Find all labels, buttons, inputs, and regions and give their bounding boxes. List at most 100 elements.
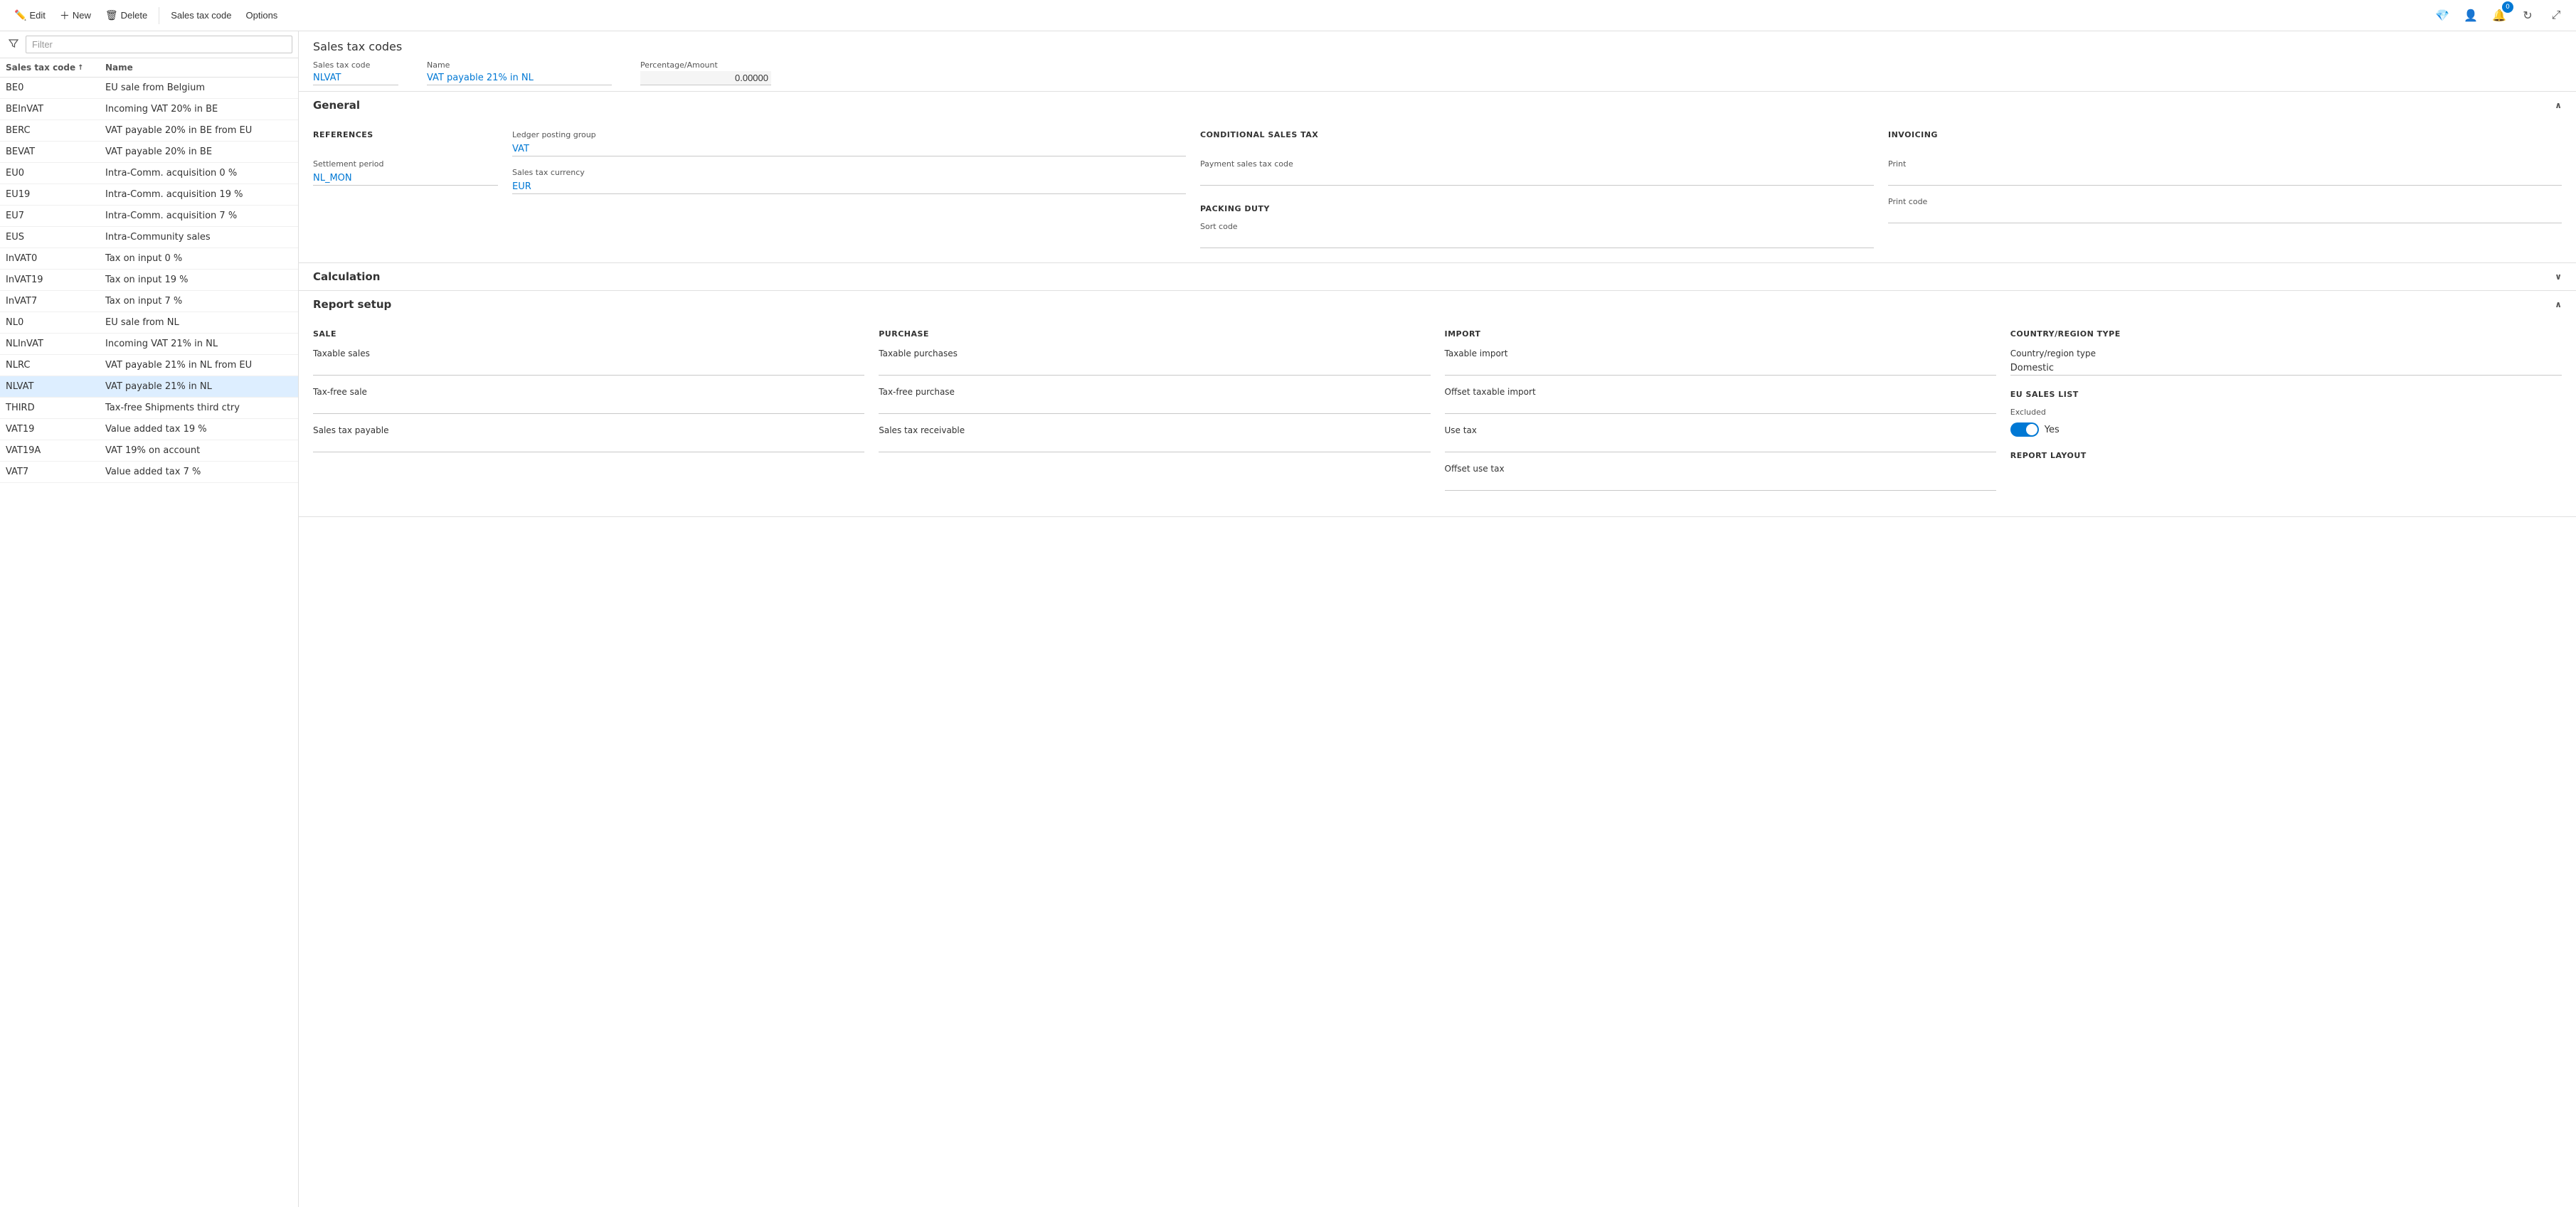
payment-sales-tax-code-field: Payment sales tax code — [1200, 159, 1874, 186]
excluded-toggle[interactable] — [2010, 422, 2039, 437]
sale-column: SALE Taxable sales Tax-free sale Sales t… — [313, 329, 864, 502]
sales-tax-currency-value[interactable]: EUR — [512, 180, 1186, 194]
list-row[interactable]: BEVATVAT payable 20% in BE — [0, 142, 298, 163]
toolbar-right: 💎 👤 🔔 0 ↻ ⤢ — [2431, 4, 2567, 27]
list-row[interactable]: EU19Intra-Comm. acquisition 19 % — [0, 184, 298, 206]
tax-free-purchase-underline[interactable] — [879, 400, 1430, 414]
list-row[interactable]: VAT19Value added tax 19 % — [0, 419, 298, 440]
options-button[interactable]: Options — [240, 7, 284, 23]
filter-icon-btn[interactable] — [6, 37, 21, 52]
edit-icon: ✏️ — [14, 9, 26, 21]
toolbar: ✏️ Edit ＋ New 🗑 Delete Sales tax code Op… — [0, 0, 2576, 31]
general-section-header[interactable]: General ∧ — [299, 92, 2576, 119]
diamond-icon-btn[interactable]: 💎 — [2431, 4, 2454, 27]
delete-icon: 🗑 — [105, 9, 118, 21]
ledger-posting-group-value[interactable]: VAT — [512, 142, 1186, 156]
sales-tax-code-value[interactable]: NLVAT — [313, 71, 398, 85]
taxable-purchases-underline[interactable] — [879, 361, 1430, 376]
sales-tax-code-button[interactable]: Sales tax code — [165, 7, 237, 23]
list-row[interactable]: NLVATVAT payable 21% in NL — [0, 376, 298, 398]
calculation-section-header[interactable]: Calculation ∨ — [299, 263, 2576, 290]
percentage-input[interactable] — [640, 71, 771, 85]
sort-arrow: ↑ — [78, 64, 83, 72]
offset-taxable-import-field: Offset taxable import — [1445, 387, 1996, 414]
list-row[interactable]: InVAT19Tax on input 19 % — [0, 270, 298, 291]
main-layout: Sales tax code ↑ Name BE0EU sale from Be… — [0, 31, 2576, 1207]
import-header: IMPORT — [1445, 329, 1996, 339]
offset-taxable-import-underline[interactable] — [1445, 400, 1996, 414]
list-row[interactable]: BEInVATIncoming VAT 20% in BE — [0, 99, 298, 120]
excluded-value: Yes — [2045, 425, 2060, 435]
new-button[interactable]: ＋ New — [54, 6, 97, 26]
taxable-import-label: Taxable import — [1445, 349, 1996, 358]
sales-tax-receivable-underline[interactable] — [879, 438, 1430, 452]
import-column: IMPORT Taxable import Offset taxable imp… — [1445, 329, 1996, 502]
list-row[interactable]: EU0Intra-Comm. acquisition 0 % — [0, 163, 298, 184]
taxable-sales-field: Taxable sales — [313, 349, 864, 376]
general-chevron: ∧ — [2555, 100, 2562, 110]
ledger-posting-group-field: Ledger posting group VAT — [512, 130, 1186, 156]
toggle-knob — [2026, 424, 2037, 435]
list-row[interactable]: VAT7Value added tax 7 % — [0, 462, 298, 483]
list-row[interactable]: NL0EU sale from NL — [0, 312, 298, 334]
payment-sales-tax-code-value[interactable] — [1200, 171, 1874, 186]
column-header-code[interactable]: Sales tax code ↑ — [6, 63, 105, 73]
filter-input[interactable] — [26, 36, 292, 53]
sales-tax-currency-field: Sales tax currency EUR — [512, 168, 1186, 194]
packing-duty-header: PACKING DUTY — [1200, 204, 1874, 213]
percentage-field: Percentage/Amount — [640, 60, 771, 85]
report-setup-section: Report setup ∧ SALE Taxable sales Tax-fr… — [299, 291, 2576, 517]
taxable-sales-underline[interactable] — [313, 361, 864, 376]
name-value[interactable]: VAT payable 21% in NL — [427, 71, 612, 85]
detail-header: Sales tax codes Sales tax code NLVAT Nam… — [299, 31, 2576, 92]
user-icon-btn[interactable]: 👤 — [2459, 4, 2482, 27]
eu-sales-list-header: EU SALES LIST — [2010, 390, 2562, 399]
eu-sales-list-group: EU SALES LIST Excluded Yes — [2010, 390, 2562, 437]
country-region-type-value[interactable]: Domestic — [2010, 361, 2562, 376]
sales-tax-payable-underline[interactable] — [313, 438, 864, 452]
list-header: Sales tax code ↑ Name — [0, 58, 298, 78]
country-region-type-label: Country/region type — [2010, 349, 2562, 358]
taxable-import-underline[interactable] — [1445, 361, 1996, 376]
general-section: General ∧ REFERENCES Settlement period N… — [299, 92, 2576, 263]
list-row[interactable]: NLInVATIncoming VAT 21% in NL — [0, 334, 298, 355]
delete-button[interactable]: 🗑 Delete — [100, 6, 153, 24]
edit-button[interactable]: ✏️ Edit — [9, 6, 51, 24]
list-row[interactable]: BERCVAT payable 20% in BE from EU — [0, 120, 298, 142]
notification-count: 0 — [2502, 1, 2513, 13]
country-region-type-field: Country/region type Domestic — [2010, 349, 2562, 376]
report-layout-header: REPORT LAYOUT — [2010, 451, 2562, 460]
list-row[interactable]: EU7Intra-Comm. acquisition 7 % — [0, 206, 298, 227]
print-value[interactable] — [1888, 171, 2562, 186]
list-row[interactable]: NLRCVAT payable 21% in NL from EU — [0, 355, 298, 376]
list-row[interactable]: EUSIntra-Community sales — [0, 227, 298, 248]
header-fields: Sales tax code NLVAT Name VAT payable 21… — [313, 60, 2562, 85]
filter-icon — [9, 38, 18, 48]
refresh-icon-btn[interactable]: ↻ — [2516, 4, 2539, 27]
sales-tax-payable-label: Sales tax payable — [313, 425, 864, 435]
list-row[interactable]: VAT19AVAT 19% on account — [0, 440, 298, 462]
list-row[interactable]: BE0EU sale from Belgium — [0, 78, 298, 99]
conditional-group: CONDITIONAL SALES TAX Payment sales tax … — [1200, 130, 1874, 248]
report-setup-section-header[interactable]: Report setup ∧ — [299, 291, 2576, 318]
general-section-content: REFERENCES Settlement period NL_MON Ledg… — [299, 119, 2576, 262]
list-toolbar — [0, 31, 298, 58]
list-row[interactable]: InVAT7Tax on input 7 % — [0, 291, 298, 312]
sales-tax-payable-field: Sales tax payable — [313, 425, 864, 452]
sales-tax-currency-label: Sales tax currency — [512, 168, 1186, 177]
report-layout-group: REPORT LAYOUT — [2010, 451, 2562, 460]
print-code-value[interactable] — [1888, 209, 2562, 223]
list-row[interactable]: THIRDTax-free Shipments third ctry — [0, 398, 298, 419]
list-row[interactable]: InVAT0Tax on input 0 % — [0, 248, 298, 270]
percentage-label: Percentage/Amount — [640, 60, 771, 70]
settlement-period-value[interactable]: NL_MON — [313, 171, 498, 186]
offset-use-tax-field: Offset use tax — [1445, 464, 1996, 491]
offset-use-tax-underline[interactable] — [1445, 477, 1996, 491]
notification-area: 🔔 0 — [2488, 4, 2511, 27]
sort-code-value[interactable] — [1200, 234, 1874, 248]
tax-free-purchase-field: Tax-free purchase — [879, 387, 1430, 414]
tax-free-sale-field: Tax-free sale — [313, 387, 864, 414]
tax-free-sale-underline[interactable] — [313, 400, 864, 414]
use-tax-underline[interactable] — [1445, 438, 1996, 452]
fullscreen-icon-btn[interactable]: ⤢ — [2545, 4, 2567, 27]
